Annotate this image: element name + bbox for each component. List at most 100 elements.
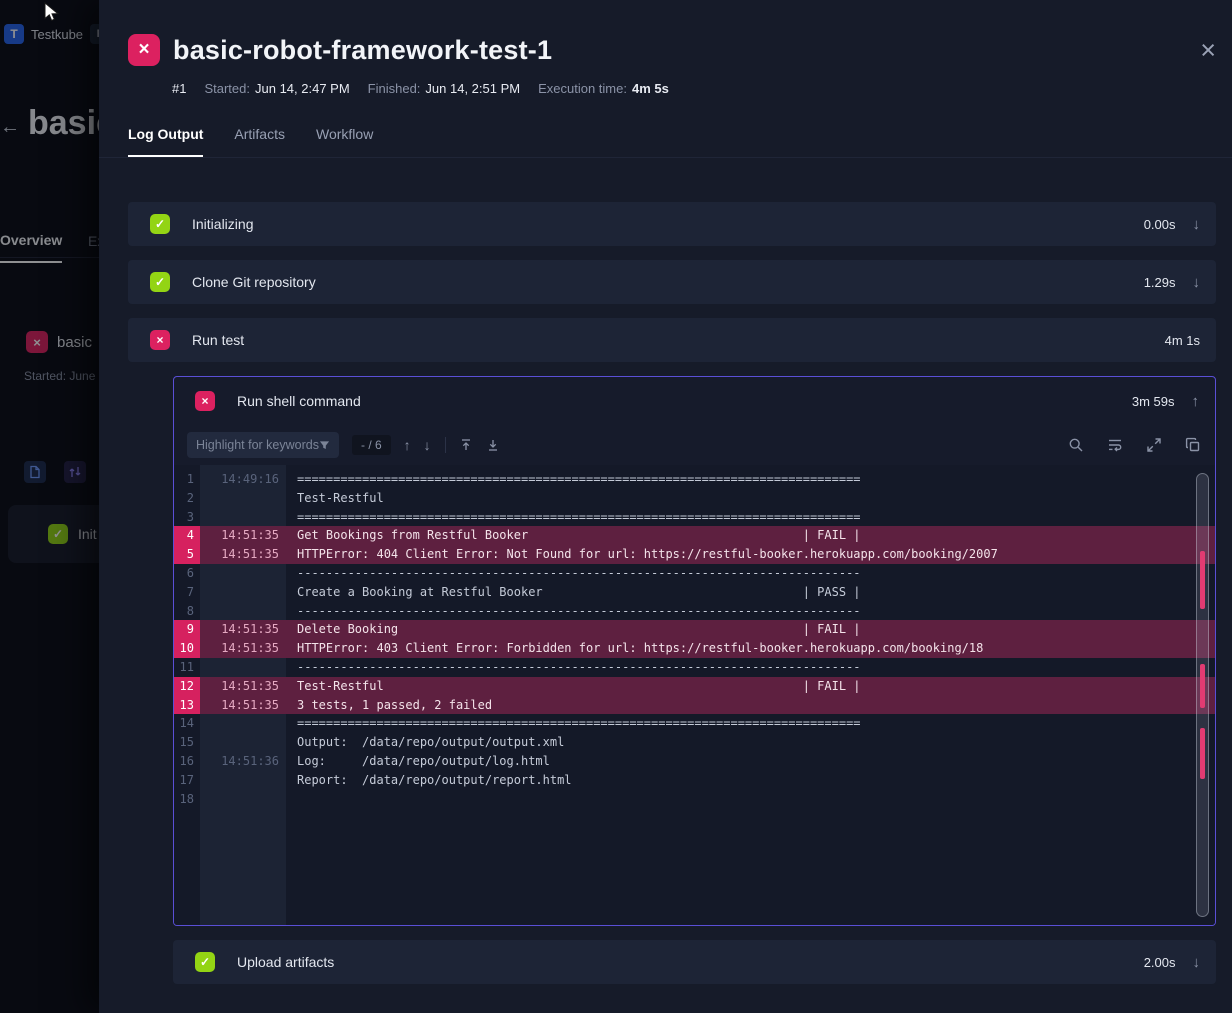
- minimap-fail-marker: [1200, 728, 1205, 779]
- tab-overview[interactable]: Overview: [0, 232, 62, 263]
- line-text: HTTPError: 404 Client Error: Not Found f…: [286, 545, 998, 564]
- line-number: 12: [174, 677, 200, 696]
- line-text: Create a Booking at Restful Booker | PAS…: [286, 583, 861, 602]
- line-timestamp: [200, 658, 286, 677]
- log-line: 1614:51:36Log: /data/repo/output/log.htm…: [174, 752, 1215, 771]
- drawer-header: × basic-robot-framework-test-1 ×: [99, 0, 1232, 66]
- chevron-down-icon[interactable]: ↓: [1193, 274, 1201, 291]
- fullscreen-expand-icon[interactable]: [1146, 437, 1162, 453]
- line-number: 11: [174, 658, 200, 677]
- minimap-fail-marker: [1200, 551, 1205, 608]
- passed-status-icon: ✓: [150, 214, 170, 234]
- scroll-to-top-icon[interactable]: [459, 438, 473, 452]
- started-value: Jun 14, 2:47 PM: [255, 81, 350, 96]
- run-shell-command-panel: × Run shell command 3m 59s ↑ Highlight f…: [173, 376, 1216, 926]
- finished-label: Finished:: [368, 81, 421, 96]
- step-duration: 1.29s: [1144, 275, 1176, 290]
- log-line: 914:51:35Delete Booking | FAIL |: [174, 620, 1215, 639]
- step-row-run-shell-command[interactable]: × Run shell command 3m 59s ↑: [174, 377, 1215, 425]
- line-text: [286, 790, 297, 809]
- line-timestamp: 14:51:35: [200, 696, 286, 715]
- line-number: 7: [174, 583, 200, 602]
- log-line: 1014:51:35HTTPError: 403 Client Error: F…: [174, 639, 1215, 658]
- execution-time-value: 4m 5s: [632, 81, 669, 96]
- failed-status-icon: ×: [26, 331, 48, 353]
- chevron-up-icon[interactable]: ↑: [1192, 393, 1200, 410]
- log-line: 3=======================================…: [174, 508, 1215, 527]
- chevron-down-icon[interactable]: ↓: [1193, 954, 1201, 971]
- line-text: Output: /data/repo/output/output.xml: [286, 733, 564, 752]
- line-text: Log: /data/repo/output/log.html: [286, 752, 550, 771]
- execution-title: basic-robot-framework-test-1: [173, 35, 552, 66]
- tabs-divider: [99, 157, 1232, 158]
- tab-artifacts[interactable]: Artifacts: [234, 126, 285, 157]
- steps-list: ✓ Initializing 0.00s ↓ ✓ Clone Git repos…: [128, 202, 1216, 984]
- log-line: 6---------------------------------------…: [174, 564, 1215, 583]
- git-compare-icon[interactable]: [64, 461, 86, 483]
- log-line: 414:51:35Get Bookings from Restful Booke…: [174, 526, 1215, 545]
- line-timestamp: [200, 489, 286, 508]
- drawer-tabs: Log Output Artifacts Workflow: [128, 126, 1232, 157]
- log-line: 1314:51:353 tests, 1 passed, 2 failed: [174, 696, 1215, 715]
- back-arrow-icon[interactable]: ←: [0, 116, 20, 139]
- log-line: 1214:51:35Test-Restful | FAIL |: [174, 677, 1215, 696]
- line-timestamp: 14:51:35: [200, 620, 286, 639]
- step-label: Init: [78, 526, 97, 542]
- line-number: 13: [174, 696, 200, 715]
- word-wrap-icon[interactable]: [1107, 437, 1123, 453]
- line-text: Test-Restful: [286, 489, 384, 508]
- step-label: Initializing: [192, 216, 253, 232]
- line-number: 1: [174, 470, 200, 489]
- copy-icon[interactable]: [1185, 437, 1201, 453]
- line-text: ========================================…: [286, 714, 861, 733]
- log-line: 2Test-Restful: [174, 489, 1215, 508]
- step-row-clone-git-repository[interactable]: ✓ Clone Git repository 1.29s ↓: [128, 260, 1216, 304]
- step-duration: 2.00s: [1144, 955, 1176, 970]
- line-text: 3 tests, 1 passed, 2 failed: [286, 696, 492, 715]
- line-number: 6: [174, 564, 200, 583]
- match-counter: - / 6: [352, 435, 391, 455]
- line-text: HTTPError: 403 Client Error: Forbidden f…: [286, 639, 983, 658]
- passed-status-icon: ✓: [195, 952, 215, 972]
- testkube-logo-icon[interactable]: T: [4, 24, 24, 44]
- execution-number: #1: [172, 81, 186, 96]
- highlight-keywords-placeholder: Highlight for keywords: [196, 438, 319, 452]
- previous-match-arrow-up-icon[interactable]: ↑: [404, 437, 411, 453]
- line-timestamp: 14:51:35: [200, 526, 286, 545]
- search-icon[interactable]: [1068, 437, 1084, 453]
- line-number: 3: [174, 508, 200, 527]
- finished-value: Jun 14, 2:51 PM: [425, 81, 520, 96]
- line-text: ----------------------------------------…: [286, 658, 861, 677]
- line-number: 15: [174, 733, 200, 752]
- step-label: Clone Git repository: [192, 274, 316, 290]
- step-row-initializing[interactable]: ✓ Initializing 0.00s ↓: [128, 202, 1216, 246]
- execution-card-title[interactable]: basic: [57, 334, 92, 351]
- highlight-keywords-input[interactable]: Highlight for keywords: [187, 432, 339, 458]
- line-timestamp: [200, 771, 286, 790]
- passed-status-icon: ✓: [150, 272, 170, 292]
- log-line: 17Report: /data/repo/output/report.html: [174, 771, 1215, 790]
- log-line: 514:51:35HTTPError: 404 Client Error: No…: [174, 545, 1215, 564]
- line-text: Test-Restful | FAIL |: [286, 677, 861, 696]
- tab-log-output[interactable]: Log Output: [128, 126, 203, 157]
- divider: [0, 257, 99, 258]
- log-viewer: 114:49:16===============================…: [174, 465, 1215, 925]
- file-icon[interactable]: [24, 461, 46, 483]
- log-scrollbar[interactable]: [1196, 473, 1209, 917]
- close-icon[interactable]: ×: [1200, 40, 1216, 60]
- line-timestamp: 14:51:36: [200, 752, 286, 771]
- mouse-cursor: [44, 2, 61, 29]
- line-timestamp: [200, 602, 286, 621]
- scroll-to-bottom-icon[interactable]: [486, 438, 500, 452]
- log-line: 15 Output: /data/repo/output/output.xml: [174, 733, 1215, 752]
- next-match-arrow-down-icon[interactable]: ↓: [424, 437, 431, 453]
- step-duration: 3m 59s: [1132, 394, 1175, 409]
- step-row-run-test[interactable]: × Run test 4m 1s: [128, 318, 1216, 362]
- log-line: 11 --------------------------------------…: [174, 658, 1215, 677]
- started-label: Started:: [204, 81, 250, 96]
- line-text: Delete Booking | FAIL |: [286, 620, 861, 639]
- line-timestamp: [200, 714, 286, 733]
- tab-workflow[interactable]: Workflow: [316, 126, 373, 157]
- step-row-upload-artifacts[interactable]: ✓ Upload artifacts 2.00s ↓: [173, 940, 1216, 984]
- chevron-down-icon[interactable]: ↓: [1193, 216, 1201, 233]
